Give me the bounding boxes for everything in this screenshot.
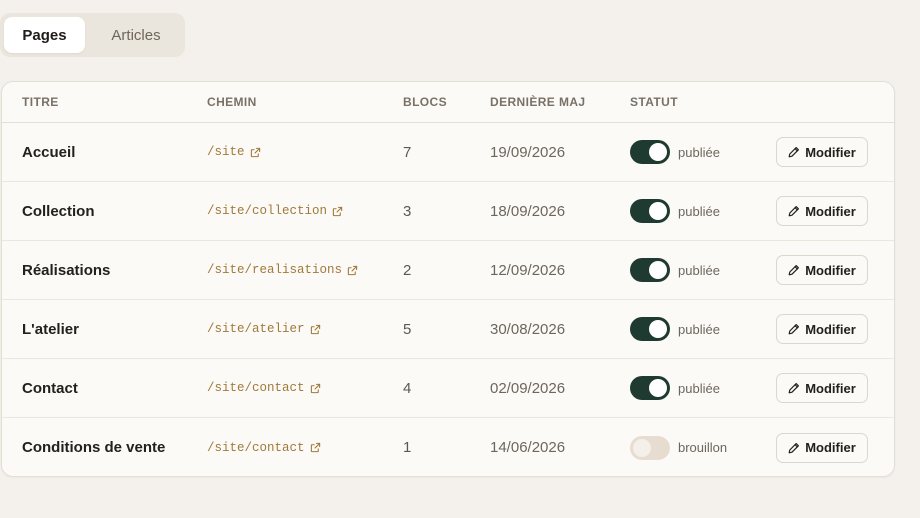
- header-title: TITRE: [22, 95, 59, 109]
- page-path-link[interactable]: /site: [207, 145, 245, 159]
- tab-pages[interactable]: Pages: [4, 17, 85, 53]
- header-updated: DERNIÈRE MAJ: [490, 95, 586, 109]
- publish-toggle[interactable]: [630, 376, 670, 400]
- edit-button-label: Modifier: [805, 144, 856, 160]
- page-updated: 12/09/2026: [490, 261, 566, 279]
- external-link-icon[interactable]: [332, 206, 343, 217]
- toggle-knob: [633, 438, 651, 457]
- view-tabs: Pages Articles: [0, 13, 185, 57]
- header-blocks: BLOCS: [403, 95, 447, 109]
- header-status: STATUT: [630, 95, 678, 109]
- tab-articles[interactable]: Articles: [91, 17, 181, 53]
- publish-toggle[interactable]: [630, 199, 670, 223]
- table-header: TITRE CHEMIN BLOCS DERNIÈRE MAJ STATUT: [2, 82, 894, 123]
- page-path-link[interactable]: /site/contact: [207, 441, 305, 455]
- page-updated: 02/09/2026: [490, 379, 566, 397]
- pencil-icon: [788, 265, 800, 276]
- edit-button-label: Modifier: [805, 440, 856, 455]
- edit-button-label: Modifier: [805, 321, 856, 337]
- table-row: Collection /site/collection 3 18/09/2026…: [2, 182, 894, 241]
- page-blocks: 5: [403, 320, 412, 338]
- page-blocks: 4: [403, 379, 412, 397]
- status-label: publiée: [678, 144, 720, 160]
- pencil-icon: [788, 324, 800, 335]
- page-title: Conditions de vente: [22, 439, 166, 456]
- publish-toggle[interactable]: [630, 435, 670, 460]
- page-path-link[interactable]: /site/collection: [207, 204, 327, 218]
- table-row: L'atelier /site/atelier 5 30/08/2026 pub…: [2, 300, 894, 359]
- status-label: publiée: [678, 203, 720, 219]
- edit-button-label: Modifier: [805, 262, 856, 278]
- page-title: L'atelier: [22, 320, 79, 338]
- toggle-knob: [649, 202, 667, 220]
- edit-button[interactable]: Modifier: [776, 137, 868, 167]
- pencil-icon: [788, 442, 800, 453]
- pencil-icon: [788, 206, 800, 217]
- edit-button[interactable]: Modifier: [776, 196, 868, 226]
- status-label: publiée: [678, 321, 720, 337]
- pages-table: TITRE CHEMIN BLOCS DERNIÈRE MAJ STATUT A…: [1, 81, 895, 477]
- external-link-icon[interactable]: [250, 147, 261, 158]
- header-path: CHEMIN: [207, 95, 257, 109]
- status-label: publiée: [678, 262, 720, 278]
- table-row: Conditions de vente /site/contact 1 14/0…: [2, 418, 894, 476]
- publish-toggle[interactable]: [630, 140, 670, 164]
- page-blocks: 2: [403, 261, 412, 279]
- page-path-link[interactable]: /site/contact: [207, 381, 305, 395]
- page-blocks: 7: [403, 143, 412, 161]
- external-link-icon[interactable]: [310, 383, 321, 394]
- page-title: Contact: [22, 379, 78, 397]
- toggle-knob: [649, 379, 667, 397]
- edit-button[interactable]: Modifier: [776, 255, 868, 285]
- page-title: Réalisations: [22, 261, 111, 279]
- edit-button[interactable]: Modifier: [776, 314, 868, 344]
- publish-toggle[interactable]: [630, 317, 670, 341]
- page-title: Accueil: [22, 143, 76, 161]
- external-link-icon[interactable]: [310, 442, 321, 453]
- page-updated: 30/08/2026: [490, 320, 566, 338]
- table-row: Accueil /site 7 19/09/2026 publiée Modif…: [2, 123, 894, 182]
- publish-toggle[interactable]: [630, 258, 670, 282]
- external-link-icon[interactable]: [310, 324, 321, 335]
- page-title: Collection: [22, 202, 95, 220]
- edit-button-label: Modifier: [805, 203, 856, 219]
- toggle-knob: [649, 143, 667, 161]
- edit-button[interactable]: Modifier: [776, 432, 868, 463]
- toggle-knob: [649, 320, 667, 338]
- pencil-icon: [788, 147, 800, 158]
- status-label: brouillon: [678, 440, 728, 455]
- toggle-knob: [649, 261, 667, 279]
- page-path-link[interactable]: /site/realisations: [207, 263, 342, 277]
- pencil-icon: [788, 383, 800, 394]
- page-blocks: 1: [403, 439, 412, 456]
- status-label: publiée: [678, 380, 720, 396]
- external-link-icon[interactable]: [347, 265, 358, 276]
- page-path-link[interactable]: /site/atelier: [207, 322, 305, 336]
- page-updated: 14/06/2026: [490, 439, 566, 456]
- table-row: Contact /site/contact 4 02/09/2026 publi…: [2, 359, 894, 418]
- edit-button-label: Modifier: [805, 380, 856, 396]
- page-updated: 19/09/2026: [490, 143, 566, 161]
- page-updated: 18/09/2026: [490, 202, 566, 220]
- table-row: Réalisations /site/realisations 2 12/09/…: [2, 241, 894, 300]
- edit-button[interactable]: Modifier: [776, 373, 868, 403]
- page-blocks: 3: [403, 202, 412, 220]
